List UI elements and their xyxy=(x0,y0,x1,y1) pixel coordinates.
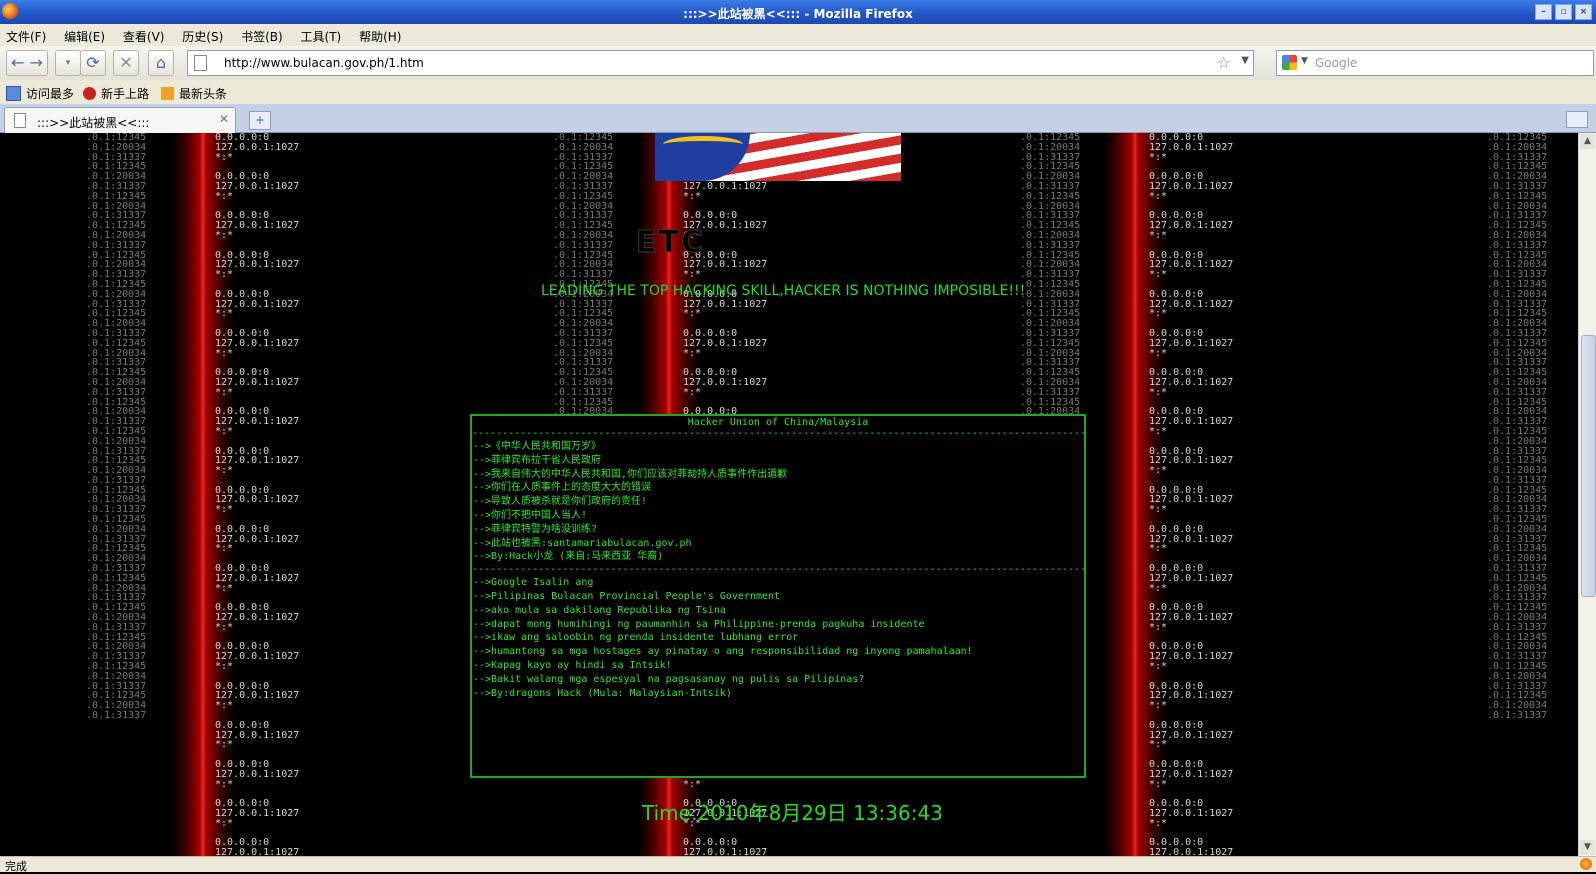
message-box: Hacker Union of China/Malaysia ---------… xyxy=(470,414,1086,778)
rss-icon xyxy=(161,87,174,100)
close-tab-icon[interactable]: ✕ xyxy=(219,112,229,126)
minimize-button[interactable]: – xyxy=(1535,4,1552,20)
slogan-text: LEADING THE TOP HACKING SKILL,HACKER IS … xyxy=(541,283,1026,299)
message-line: -->humantong sa mga hostages ay pinatay … xyxy=(473,646,973,658)
url-text[interactable]: http://www.bulacan.gov.ph/1.htm xyxy=(224,56,424,70)
window-titlebar: :::>>此站被黑<<::: - Mozilla Firefox – ▫ × xyxy=(0,0,1596,24)
message-line: -->菲律宾特警为啥没训练? xyxy=(473,523,598,535)
history-dropdown-button[interactable]: ▾ xyxy=(55,50,81,76)
message-line: -->dapat mong humihingi ng paumanhin sa … xyxy=(473,618,925,630)
new-tab-button[interactable]: + xyxy=(249,111,271,130)
window-title: :::>>此站被黑<<::: - Mozilla Firefox xyxy=(683,7,913,21)
netstat-column: 0.0.0.0:0 127.0.0.1:1027 *:* 0.0.0.0:0 1… xyxy=(1149,133,1234,856)
message-line: -->你们在人质事件上的态度大大的错误 xyxy=(473,482,652,494)
bookmarks-toolbar: 访问最多 新手上路 最新头条 xyxy=(0,80,1596,104)
page-icon xyxy=(14,113,26,128)
navigation-toolbar: ← → ▾ ⟳ ✕ ⌂ http://www.bulacan.gov.ph/1.… xyxy=(0,46,1596,80)
message-line: -->《中华人民共和国万岁》 xyxy=(473,441,602,452)
bookmark-latest-headlines[interactable]: 最新头条 xyxy=(161,85,227,102)
scroll-up-arrow-icon[interactable]: ▲ xyxy=(1580,134,1595,149)
page-content: .0.1:12345 .0.1:20034 .0.1:31337 .0.1:12… xyxy=(0,133,1578,856)
divider: ----------------------------------------… xyxy=(472,428,1084,439)
message-line: -->Google Isalin ang xyxy=(473,577,594,589)
netstat-column: .0.1:12345 .0.1:20034 .0.1:31337 .0.1:12… xyxy=(86,133,147,722)
bookmark-label: 最新头条 xyxy=(179,87,228,101)
message-line: -->By:dragons Hack (Mula: Malaysian-Ints… xyxy=(473,687,732,699)
back-button[interactable]: ← → xyxy=(6,50,48,76)
time-display: Time:2010年8月29日 13:36:43 xyxy=(642,801,943,825)
chinese-message: -->《中华人民共和国万岁》 -->菲律宾布拉干省人民政府 -->我来自伟大的中… xyxy=(472,440,1084,564)
bookmark-star-icon[interactable]: ☆ xyxy=(1217,53,1231,72)
menu-edit[interactable]: 编辑(E) xyxy=(58,24,113,45)
bookmark-getting-started[interactable]: 新手上路 xyxy=(83,85,149,102)
search-input[interactable]: Google xyxy=(1315,56,1357,70)
tab-title: :::>>此站被黑<<::: xyxy=(37,116,150,130)
stop-button[interactable]: ✕ xyxy=(113,50,139,76)
tab-current[interactable]: :::>>此站被黑<<::: ✕ xyxy=(4,107,236,133)
menu-tools[interactable]: 工具(T) xyxy=(295,24,350,45)
folder-icon xyxy=(6,86,21,101)
message-box-title: Hacker Union of China/Malaysia xyxy=(687,417,869,428)
message-line: -->我来自伟大的中华人民共和国,你们应该对菲劫持人质事件作出道歉 xyxy=(473,468,788,480)
message-line: -->导致人质被杀就是你们政府的责任! xyxy=(473,496,648,508)
menu-file[interactable]: 文件(F) xyxy=(0,24,54,45)
menu-help[interactable]: 帮助(H) xyxy=(353,24,409,45)
firefox-icon xyxy=(83,87,96,100)
list-all-tabs-button[interactable] xyxy=(1566,111,1588,128)
menu-bookmarks[interactable]: 书签(B) xyxy=(235,24,291,45)
message-line: -->Pilipinas Bulacan Provincial People's… xyxy=(473,590,781,602)
message-line: -->菲律宾布拉干省人民政府 xyxy=(473,454,602,466)
scroll-down-arrow-icon[interactable]: ▼ xyxy=(1580,840,1595,855)
home-button[interactable]: ⌂ xyxy=(148,50,174,76)
vertical-scrollbar[interactable]: ▲ ▼ xyxy=(1578,133,1596,856)
message-line: -->ikaw ang saloobin ng prenda insidente… xyxy=(473,632,799,644)
firefox-status-icon xyxy=(1580,858,1592,870)
close-button[interactable]: × xyxy=(1575,4,1592,20)
message-line: -->By:Hack小龙 (来自:马来西亚 华裔) xyxy=(473,551,664,563)
malaysia-flag-image xyxy=(655,133,901,181)
url-bar[interactable]: http://www.bulacan.gov.ph/1.htm ☆ ▼ xyxy=(187,50,1254,76)
page-icon xyxy=(194,55,207,71)
status-text: 完成 xyxy=(5,860,27,873)
scrollbar-thumb[interactable] xyxy=(1581,335,1596,597)
message-line: -->Kapag kayo ay hindi sa Intsik! xyxy=(473,659,672,671)
reload-button[interactable]: ⟳ xyxy=(80,50,106,76)
url-dropdown-icon[interactable]: ▼ xyxy=(1241,55,1249,66)
tab-strip: :::>>此站被黑<<::: ✕ + xyxy=(0,104,1596,133)
menu-view[interactable]: 查看(V) xyxy=(117,24,173,45)
etc-heading: ETC xyxy=(636,225,705,261)
bookmark-label: 访问最多 xyxy=(26,87,75,101)
bookmark-label: 新手上路 xyxy=(101,87,150,101)
message-line: -->你们不把中国人当人! xyxy=(473,509,588,521)
search-engine-dropdown-icon[interactable]: ▼ xyxy=(1301,56,1308,66)
window-controls: – ▫ × xyxy=(1535,4,1592,20)
google-icon[interactable] xyxy=(1282,55,1297,70)
message-line: -->ako mula sa dakilang Republika ng Tsi… xyxy=(473,604,726,616)
status-bar: 完成 xyxy=(0,856,1596,873)
message-line: -->此站也被黑:santamariabulacan.gov.ph xyxy=(473,537,692,549)
message-line: -->Bakit walang mga espesyal na pagsasan… xyxy=(473,673,865,685)
divider: ----------------------------------------… xyxy=(472,564,1084,576)
menu-history[interactable]: 历史(S) xyxy=(176,24,231,45)
menu-bar: 文件(F) 编辑(E) 查看(V) 历史(S) 书签(B) 工具(T) 帮助(H… xyxy=(0,24,1596,46)
netstat-column: .0.1:12345 .0.1:20034 .0.1:31337 .0.1:12… xyxy=(1487,133,1548,722)
bookmark-most-visited[interactable]: 访问最多 xyxy=(6,85,74,102)
tagalog-message: -->Google Isalin ang -->Pilipinas Bulaca… xyxy=(472,576,1084,700)
maximize-button[interactable]: ▫ xyxy=(1555,4,1572,20)
netstat-column: 0.0.0.0:0 127.0.0.1:1027 *:* 0.0.0.0:0 1… xyxy=(215,133,300,856)
search-box[interactable]: ▼ Google xyxy=(1276,50,1594,76)
